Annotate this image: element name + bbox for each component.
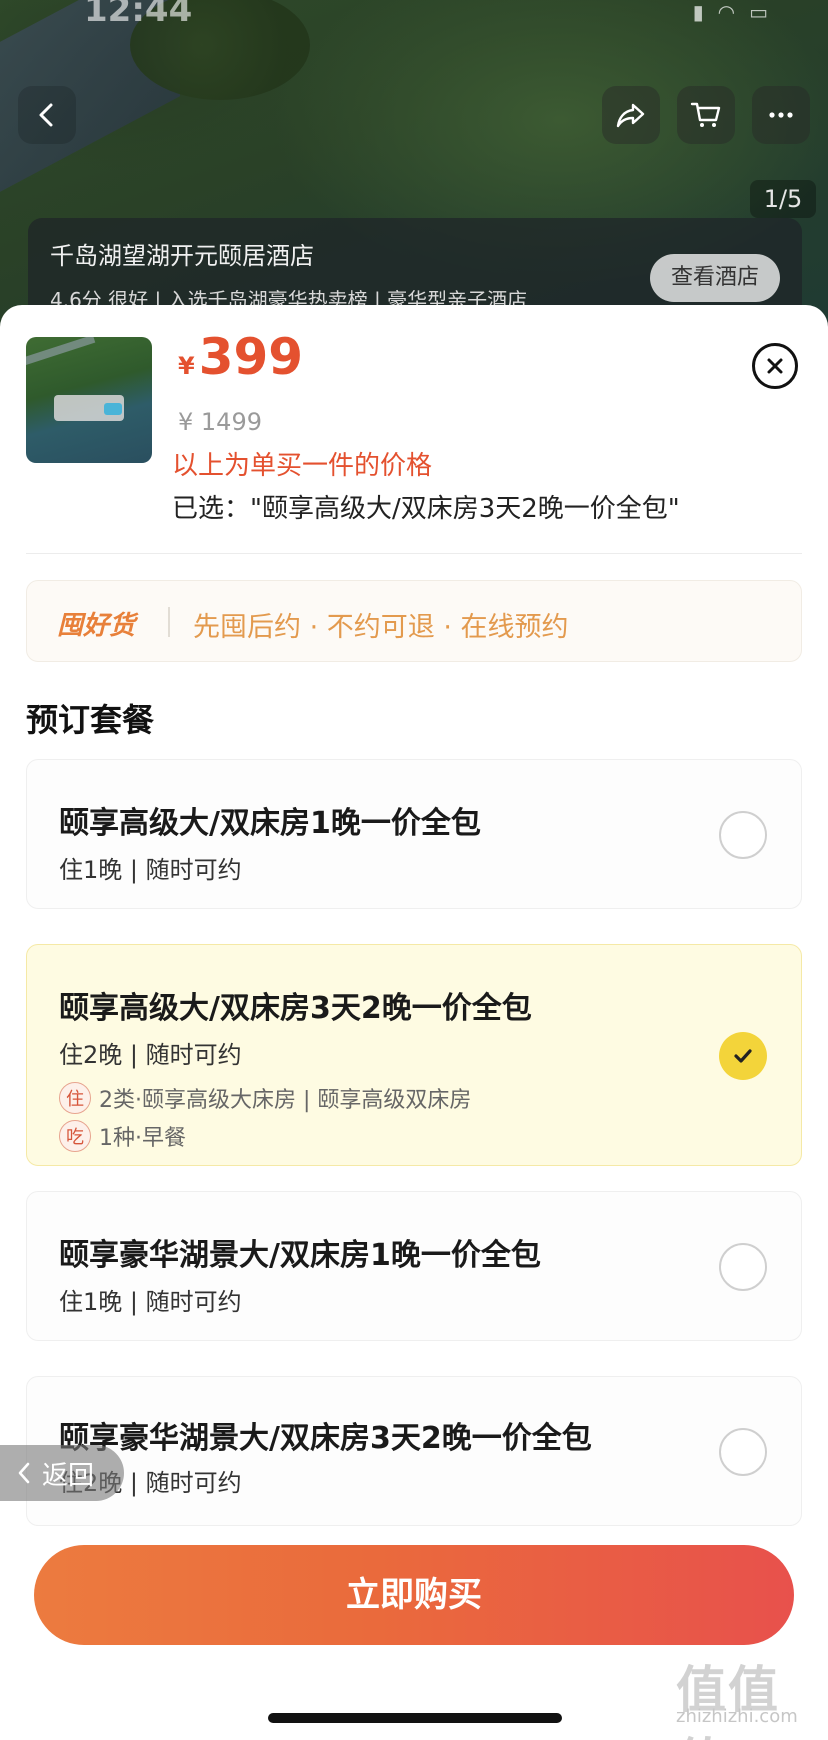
package-option-selected[interactable]: 颐享高级大/双床房3天2晚一价全包 住2晚 | 随时可约 住 2类·颐享高级大床… <box>26 944 802 1166</box>
promo-banner: 囤好货 先囤后约 · 不约可退 · 在线预约 <box>26 580 802 662</box>
home-indicator <box>268 1713 562 1723</box>
package-title: 颐享高级大/双床房3天2晚一价全包 <box>59 991 532 1026</box>
view-hotel-button[interactable]: 查看酒店 <box>650 254 780 302</box>
package-detail-text: 2类·颐享高级大床房 | 颐享高级双床房 <box>99 1088 472 1113</box>
package-title: 颐享高级大/双床房1晚一价全包 <box>59 806 481 841</box>
package-option[interactable]: 颐享豪华湖景大/双床房3天2晚一价全包 住2晚 | 随时可约 <box>26 1376 802 1526</box>
gallery-counter: 1/5 <box>750 180 816 218</box>
section-title: 预订套餐 <box>26 701 155 739</box>
watermark-url: zhizhizhi.com <box>676 1706 798 1727</box>
promo-separator <box>168 607 170 637</box>
package-subtitle: 住1晚 | 随时可约 <box>59 856 242 884</box>
selected-package-text: 已选："颐享高级大/双床房3天2晚一价全包" <box>172 494 680 524</box>
return-label: 返回 <box>42 1460 95 1491</box>
chevron-left-icon <box>39 103 53 127</box>
package-detail-meal: 吃 1种·早餐 <box>59 1120 186 1152</box>
more-icon <box>769 112 793 118</box>
package-subtitle: 住2晚 | 随时可约 <box>59 1041 242 1069</box>
status-icons: ▮ ◠ ▭ <box>693 0 768 24</box>
more-button[interactable] <box>752 86 810 144</box>
close-button[interactable] <box>752 343 798 389</box>
check-icon <box>734 1049 752 1063</box>
package-subtitle: 住1晚 | 随时可约 <box>59 1288 242 1316</box>
sku-sheet: ¥399 ¥ 1499 以上为单买一件的价格 已选："颐享高级大/双床房3天2晚… <box>0 305 828 1740</box>
promo-text: 先囤后约 · 不约可退 · 在线预约 <box>193 612 569 643</box>
package-detail-text: 1种·早餐 <box>99 1126 186 1151</box>
close-icon <box>767 358 783 374</box>
package-option[interactable]: 颐享豪华湖景大/双床房1晚一价全包 住1晚 | 随时可约 <box>26 1191 802 1341</box>
radio-unchecked[interactable] <box>719 811 767 859</box>
share-icon <box>616 103 645 128</box>
status-time: 12:44 <box>84 0 193 30</box>
hotel-name: 千岛湖望湖开元颐居酒店 <box>50 242 314 270</box>
package-detail-room: 住 2类·颐享高级大床房 | 颐享高级双床房 <box>59 1082 471 1114</box>
currency-symbol: ¥ <box>178 352 195 380</box>
package-title: 颐享豪华湖景大/双床房3天2晚一价全包 <box>59 1421 592 1456</box>
radio-checked[interactable] <box>719 1032 767 1080</box>
package-title: 颐享豪华湖景大/双床房1晚一价全包 <box>59 1238 541 1273</box>
cart-icon <box>690 102 721 127</box>
status-bar: 12:44 ▮ ◠ ▭ <box>0 0 828 34</box>
buy-now-button[interactable]: 立即购买 <box>34 1545 794 1645</box>
thumbnail-road <box>26 337 96 368</box>
share-button[interactable] <box>602 86 660 144</box>
promo-logo: 囤好货 <box>57 611 136 641</box>
divider <box>26 553 802 554</box>
cart-button[interactable] <box>677 86 735 144</box>
radio-unchecked[interactable] <box>719 1243 767 1291</box>
return-button[interactable]: 返回 <box>0 1445 124 1501</box>
meal-tag: 吃 <box>59 1120 91 1152</box>
stay-tag: 住 <box>59 1082 91 1114</box>
battery-icon: ▭ <box>749 0 768 24</box>
product-thumbnail <box>26 337 152 463</box>
signal-icon: ▮ <box>692 0 704 24</box>
radio-unchecked[interactable] <box>719 1428 767 1476</box>
package-option[interactable]: 颐享高级大/双床房1晚一价全包 住1晚 | 随时可约 <box>26 759 802 909</box>
current-price: ¥399 <box>178 327 303 396</box>
back-button[interactable] <box>18 86 76 144</box>
original-price: ¥ 1499 <box>178 408 262 436</box>
wifi-icon: ◠ <box>717 0 736 24</box>
price-value: 399 <box>198 328 304 386</box>
thumbnail-pool <box>104 403 122 415</box>
price-note: 以上为单买一件的价格 <box>172 451 433 481</box>
chevron-left-icon <box>18 1462 30 1484</box>
